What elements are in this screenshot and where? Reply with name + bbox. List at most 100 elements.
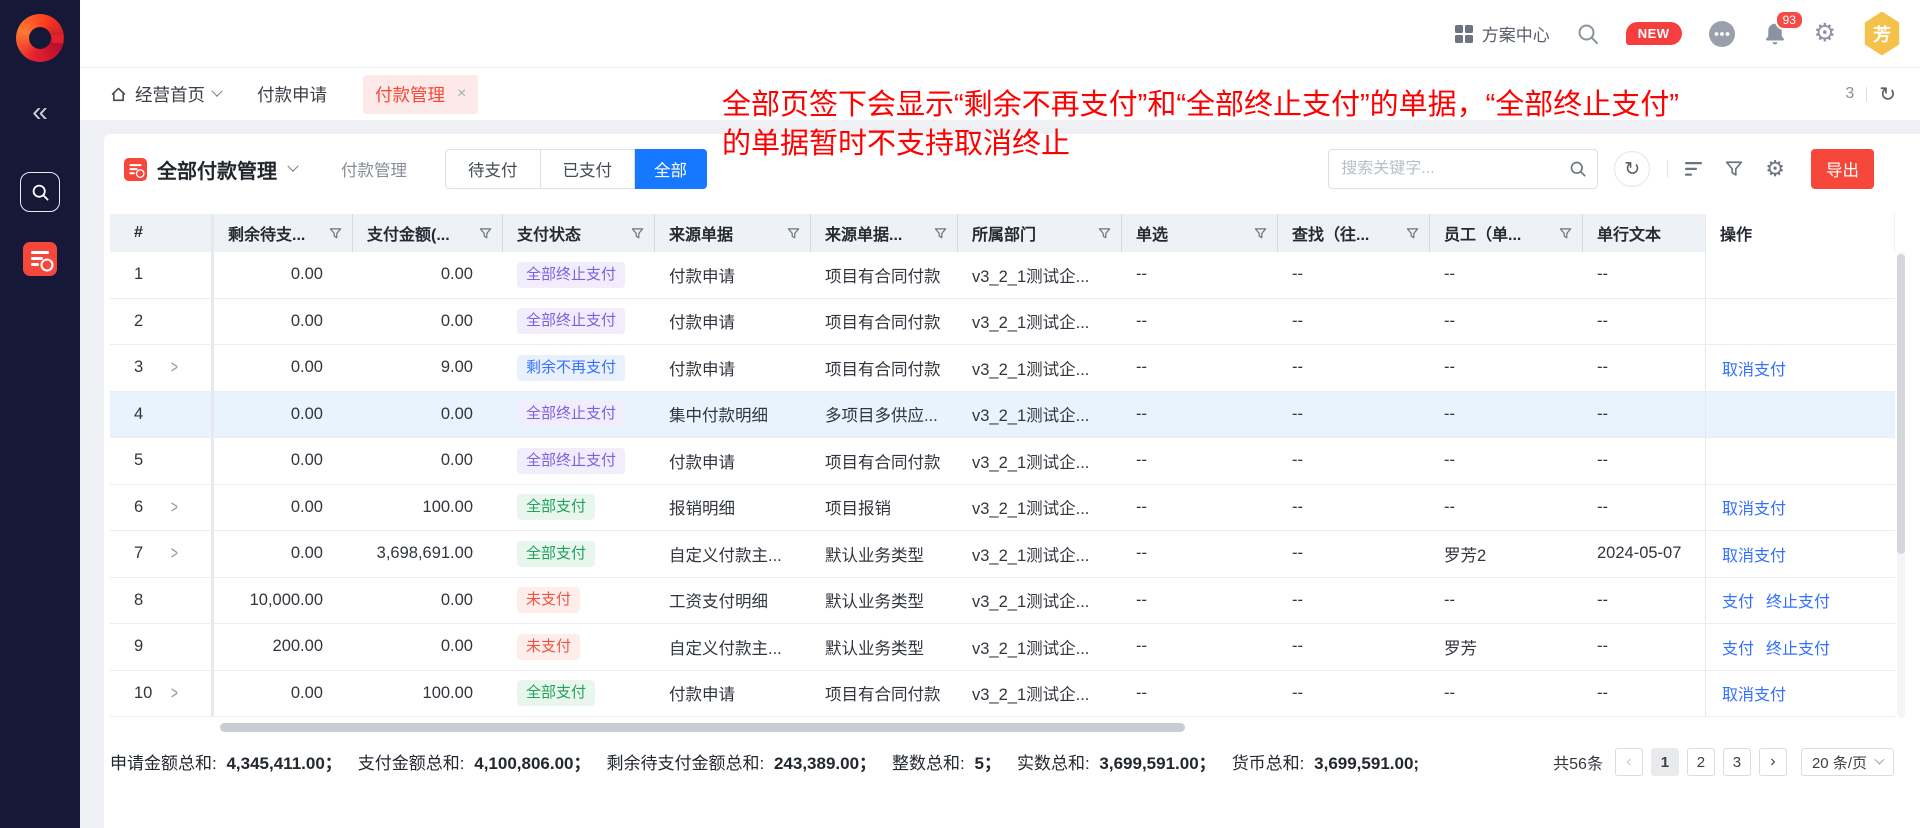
filter-icon[interactable] (934, 227, 947, 240)
collapse-sidebar-icon[interactable]: « (32, 98, 48, 126)
search-input[interactable] (1341, 160, 1569, 178)
expand-row-icon[interactable]: > (171, 543, 178, 564)
export-button[interactable]: 导出 (1811, 149, 1874, 189)
column-header[interactable]: 操作 (1705, 214, 1894, 252)
global-search-button[interactable] (1576, 22, 1600, 46)
table-row[interactable]: 8 > 10,000.00 0.00 未支付 工资支付明细 默认业务类型 v3_… (110, 578, 1895, 625)
prev-page-button[interactable]: ‹ (1615, 748, 1643, 776)
sidebar-search-button[interactable] (20, 172, 60, 212)
cell-source-type: 项目有合同付款 (811, 438, 958, 484)
table-row[interactable]: 9 > 200.00 0.00 未支付 自定义付款主... 默认业务类型 v3_… (110, 624, 1895, 671)
filter-icon[interactable] (1254, 227, 1267, 240)
row-action-link[interactable]: 支付 (1722, 588, 1754, 612)
notifications-button[interactable]: 93 (1762, 21, 1788, 47)
expand-row-icon[interactable]: > (171, 497, 178, 518)
module-label: 付款管理 (341, 157, 407, 181)
total-count: 共56条 (1553, 750, 1603, 774)
status-badge: 未支付 (517, 587, 580, 613)
column-header[interactable]: 所属部门 (958, 214, 1122, 252)
cell-employee: 罗芳2 (1430, 531, 1583, 577)
page-size-select[interactable]: 20 条/页 (1801, 748, 1894, 776)
page-number-button[interactable]: 3 (1723, 748, 1751, 776)
tab-counter-value[interactable]: 3 (1845, 85, 1854, 103)
view-title[interactable]: 全部付款管理 (157, 155, 277, 184)
column-header[interactable]: 单选 (1122, 214, 1278, 252)
table-row[interactable]: 4 > 0.00 0.00 全部终止支付 集中付款明细 多项目多供应... v3… (110, 392, 1895, 439)
filter-button[interactable] (1725, 160, 1743, 178)
column-header[interactable]: 单行文本 (1583, 214, 1705, 252)
vertical-scrollbar-thumb[interactable] (1897, 254, 1905, 554)
tab-payment-request[interactable]: 付款申请 (257, 82, 327, 107)
expand-row-icon[interactable]: > (171, 357, 178, 378)
column-header[interactable]: 查找（往... (1278, 214, 1430, 252)
filter-icon[interactable] (787, 227, 800, 240)
messages-button[interactable] (1708, 20, 1736, 48)
row-density-button[interactable] (1685, 161, 1703, 177)
row-action-link[interactable]: 终止支付 (1766, 588, 1830, 612)
row-action-link[interactable]: 支付 (1722, 635, 1754, 659)
row-action-link[interactable]: 取消支付 (1722, 542, 1786, 566)
column-header[interactable]: 支付金额(... (353, 214, 503, 252)
next-page-button[interactable]: › (1759, 748, 1787, 776)
filter-icon[interactable] (329, 227, 342, 240)
cell-department: v3_2_1测试企... (958, 624, 1122, 670)
column-header-label: 来源单据... (825, 221, 902, 245)
cell-source-type: 项目有合同付款 (811, 345, 958, 391)
close-tab-icon[interactable]: × (457, 85, 466, 103)
filter-icon[interactable] (631, 227, 644, 240)
column-header[interactable]: 剩余待支... (214, 214, 353, 252)
cell-lookup: -- (1278, 671, 1430, 717)
filter-icon[interactable] (1098, 227, 1111, 240)
column-header[interactable]: 员工（单... (1430, 214, 1583, 252)
user-avatar[interactable]: 芳 (1862, 12, 1902, 56)
sidebar-item-payment-module[interactable] (23, 242, 57, 281)
table-row[interactable]: 3 > 0.00 9.00 剩余不再支付 付款申请 项目有合同付款 v3_2_1… (110, 345, 1895, 392)
filter-icon[interactable] (479, 227, 492, 240)
expand-row-icon[interactable]: > (171, 683, 178, 704)
filter-icon[interactable] (1406, 227, 1419, 240)
column-settings-button[interactable]: ⚙ (1765, 158, 1785, 180)
refresh-list-button[interactable]: ↻ (1614, 151, 1650, 187)
table-row[interactable]: 6 > 0.00 100.00 全部支付 报销明细 项目报销 v3_2_1测试企… (110, 485, 1895, 532)
chevron-down-icon (211, 86, 222, 97)
row-action-link[interactable]: 终止支付 (1766, 635, 1830, 659)
settings-button[interactable]: ⚙ (1814, 21, 1836, 46)
column-header[interactable]: 支付状态 (503, 214, 655, 252)
table-row[interactable]: 2 > 0.00 0.00 全部终止支付 付款申请 项目有合同付款 v3_2_1… (110, 299, 1895, 346)
new-badge[interactable]: NEW (1626, 22, 1682, 45)
refresh-icon[interactable]: ↻ (1879, 82, 1896, 107)
chevron-down-icon[interactable] (287, 161, 298, 172)
cell-lookup: -- (1278, 485, 1430, 531)
summary-label: 整数总和: (892, 754, 969, 773)
notification-count-badge: 93 (1775, 10, 1804, 30)
tab-home[interactable]: 经营首页 (110, 82, 221, 107)
row-action-link[interactable]: 取消支付 (1722, 356, 1786, 380)
page-number-button[interactable]: 2 (1687, 748, 1715, 776)
tab-payment-management[interactable]: 付款管理 × (363, 75, 478, 114)
summary-label: 支付金额总和: (358, 754, 469, 773)
row-action-link[interactable]: 取消支付 (1722, 681, 1786, 705)
scheme-center-button[interactable]: 方案中心 (1455, 21, 1550, 46)
filter-icon[interactable] (1559, 227, 1572, 240)
cell-source-doc: 付款申请 (655, 252, 811, 298)
column-header[interactable]: 来源单据... (811, 214, 958, 252)
table-row[interactable]: 10 > 0.00 100.00 全部支付 付款申请 项目有合同付款 v3_2_… (110, 671, 1895, 718)
horizontal-scrollbar-thumb[interactable] (220, 723, 1185, 732)
segment-all[interactable]: 全部 (635, 149, 707, 189)
column-header[interactable]: 来源单据 (655, 214, 811, 252)
table-row[interactable]: 5 > 0.00 0.00 全部终止支付 付款申请 项目有合同付款 v3_2_1… (110, 438, 1895, 485)
table-header-row: # 剩余待支... 支付金额(... 支付状态 来源单据 来源单据... 所属部… (110, 214, 1895, 252)
app-logo[interactable] (16, 14, 64, 62)
vertical-scrollbar[interactable] (1897, 252, 1905, 718)
tab-payment-management-label: 付款管理 (375, 82, 445, 107)
summary-value: 5； (975, 754, 1001, 773)
segment-paid[interactable]: 已支付 (541, 149, 636, 189)
page-number-button[interactable]: 1 (1651, 748, 1679, 776)
table-row[interactable]: 7 > 0.00 3,698,691.00 全部支付 自定义付款主... 默认业… (110, 531, 1895, 578)
table-row[interactable]: 1 > 0.00 0.00 全部终止支付 付款申请 项目有合同付款 v3_2_1… (110, 252, 1895, 299)
row-action-link[interactable]: 取消支付 (1722, 495, 1786, 519)
cell-actions: 取消支付 (1705, 345, 1894, 391)
segment-pending[interactable]: 待支付 (445, 149, 541, 189)
search-icon[interactable] (1569, 160, 1587, 178)
column-header[interactable]: # (110, 214, 214, 252)
